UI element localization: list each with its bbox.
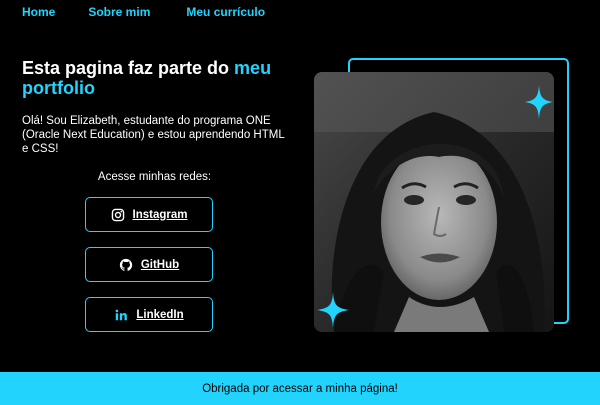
sparkle-icon-top bbox=[525, 85, 553, 119]
instagram-icon bbox=[111, 208, 125, 222]
profile-photo bbox=[314, 72, 554, 332]
nav-link-resume[interactable]: Meu currículo bbox=[186, 5, 265, 19]
top-nav: Home Sobre mim Meu currículo bbox=[22, 5, 265, 19]
nav-link-about[interactable]: Sobre mim bbox=[88, 5, 150, 19]
page-title: Esta pagina faz parte do meu portfolio bbox=[22, 58, 292, 98]
sparkle-icon-bottom bbox=[317, 292, 349, 328]
linkedin-button[interactable]: LinkedIn bbox=[85, 297, 213, 332]
page-title-main: Esta pagina faz parte do bbox=[22, 58, 235, 78]
github-button[interactable]: GitHub bbox=[85, 247, 213, 282]
instagram-label: Instagram bbox=[132, 208, 188, 221]
nav-link-home[interactable]: Home bbox=[22, 5, 55, 19]
github-label: GitHub bbox=[140, 258, 180, 271]
networks-label: Acesse minhas redes: bbox=[97, 171, 212, 183]
intro-text: Olá! Sou Elizabeth, estudante do program… bbox=[22, 115, 285, 155]
footer: Obrigada por acessar a minha página! bbox=[0, 372, 600, 405]
github-icon bbox=[119, 258, 133, 272]
linkedin-label: LinkedIn bbox=[136, 308, 184, 321]
instagram-button[interactable]: Instagram bbox=[85, 197, 213, 232]
linkedin-icon bbox=[114, 308, 128, 322]
footer-text: Obrigada por acessar a minha página! bbox=[202, 382, 398, 395]
